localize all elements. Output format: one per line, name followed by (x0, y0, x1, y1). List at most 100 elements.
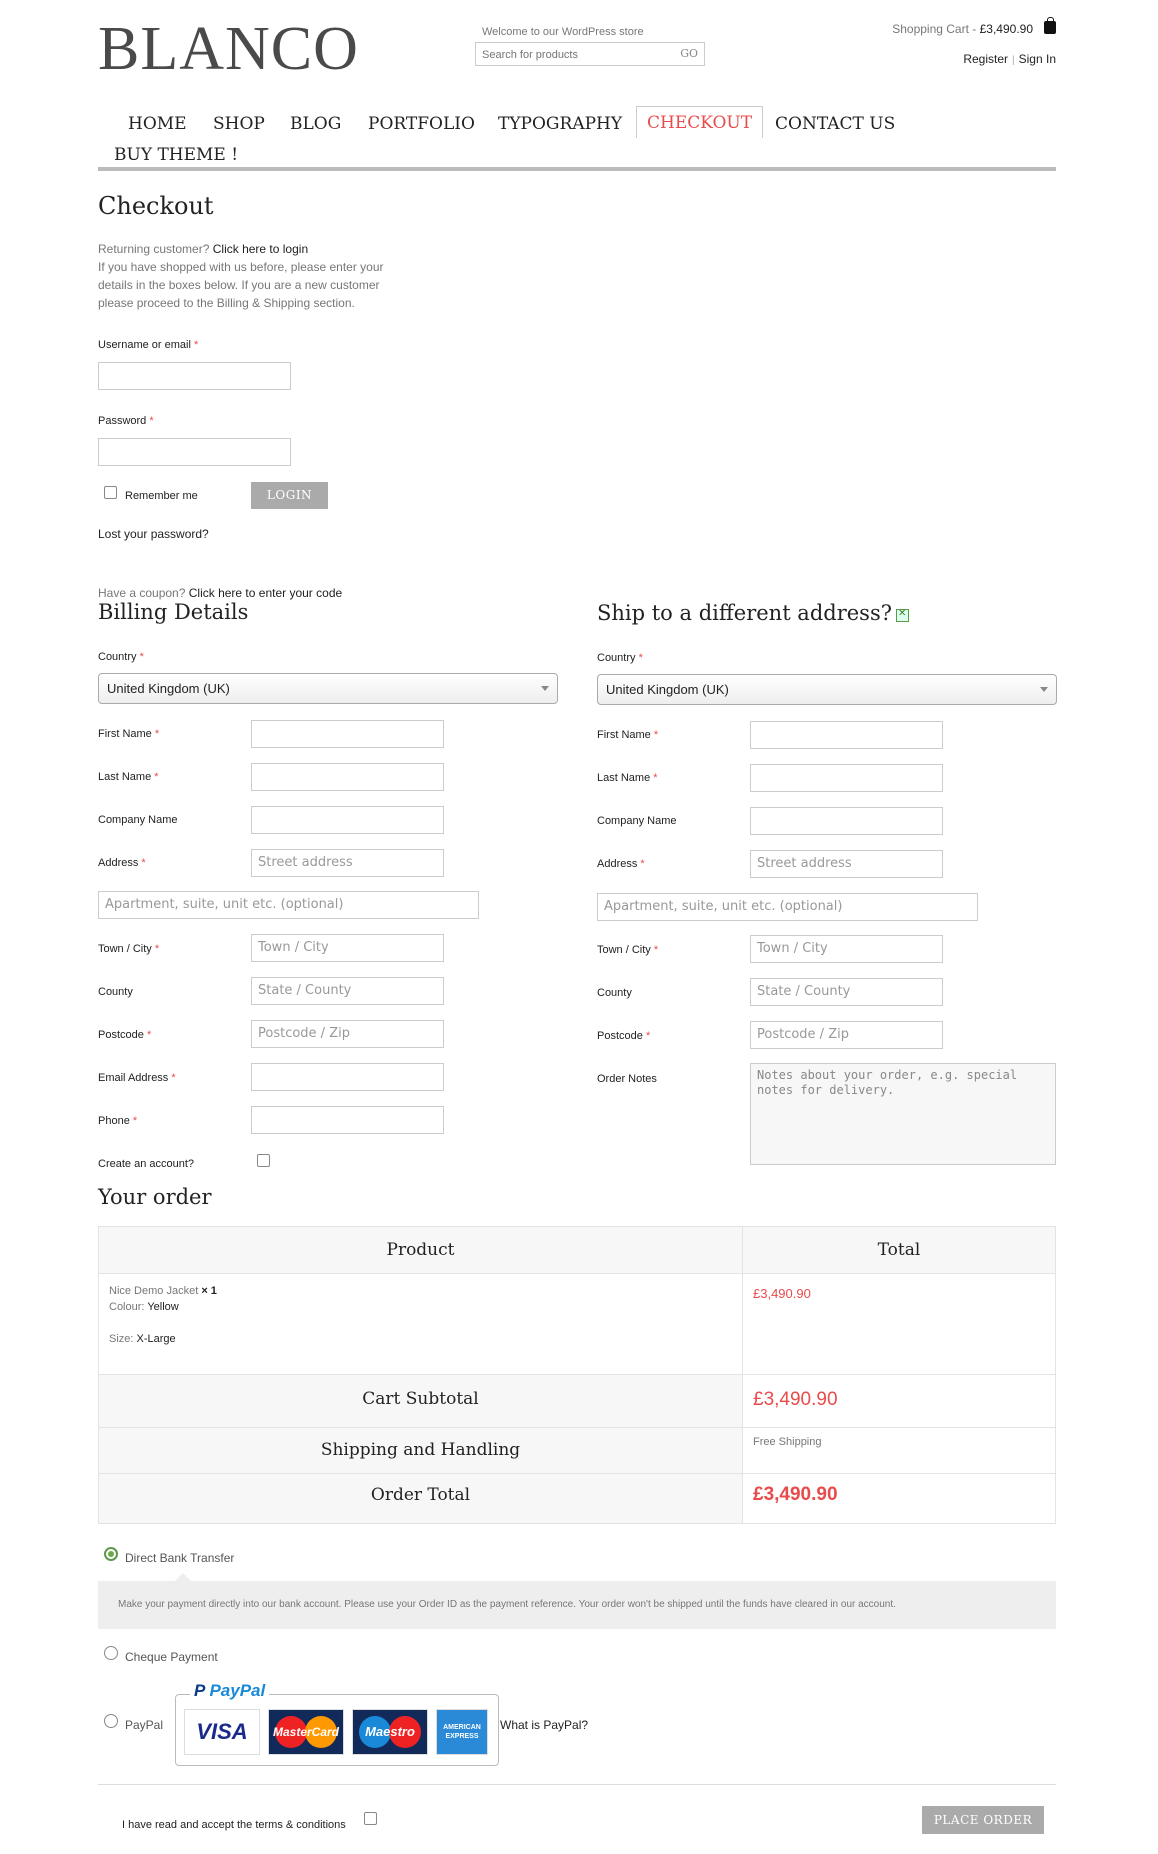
shipping-apartment-input[interactable]: Apartment, suite, unit etc. (optional) (597, 893, 978, 921)
billing-company-input[interactable] (251, 806, 444, 834)
shipping-address-label: Address * (597, 858, 645, 870)
shipping-company-input[interactable] (750, 807, 943, 835)
order-total-value: £3,490.90 (753, 1484, 838, 1505)
cheque-label[interactable]: Cheque Payment (125, 1650, 218, 1664)
paypal-radio[interactable] (104, 1714, 118, 1728)
search-go-button[interactable]: GO (680, 47, 698, 60)
terms-checkbox[interactable] (364, 1812, 377, 1825)
place-order-button[interactable]: PLACE ORDER (922, 1806, 1044, 1834)
page-title: Checkout (98, 192, 214, 220)
billing-title: Billing Details (98, 600, 249, 624)
nav-typography[interactable]: TYPOGRAPHY (488, 108, 632, 140)
description-pointer (175, 1573, 191, 1581)
billing-phone-input[interactable] (251, 1106, 444, 1134)
billing-town-input[interactable]: Town / City (251, 934, 444, 962)
billing-email-label: Email Address * (98, 1072, 176, 1084)
nav-shop[interactable]: SHOP (203, 108, 275, 140)
login-button[interactable]: LOGIN (251, 482, 328, 509)
shipping-last-name-label: Last Name * (597, 772, 658, 784)
divider (98, 1784, 1056, 1785)
sign-in-link[interactable]: Sign In (1019, 52, 1056, 66)
billing-last-name-input[interactable] (251, 763, 444, 791)
billing-street-input[interactable]: Street address (251, 849, 444, 877)
billing-email-input[interactable] (251, 1063, 444, 1091)
billing-first-name-label: First Name * (98, 728, 160, 740)
shipping-country-label: Country * (597, 652, 643, 664)
shopping-bag-icon[interactable] (1044, 17, 1056, 34)
shipping-postcode-label: Postcode * (597, 1030, 651, 1042)
billing-last-name-label: Last Name * (98, 771, 159, 783)
shipping-postcode-input[interactable]: Postcode / Zip (750, 1021, 943, 1049)
maestro-card-icon: Maestro (352, 1709, 428, 1755)
shipping-value: Free Shipping (753, 1436, 822, 1448)
ship-different-checkbox[interactable] (896, 608, 909, 622)
create-account-checkbox[interactable] (257, 1154, 270, 1167)
bank-transfer-label[interactable]: Direct Bank Transfer (125, 1551, 234, 1565)
billing-county-input[interactable]: State / County (251, 977, 444, 1005)
billing-apartment-input[interactable]: Apartment, suite, unit etc. (optional) (98, 891, 479, 919)
shipping-country-select[interactable]: United Kingdom (UK) (597, 674, 1057, 705)
nav-checkout[interactable]: CHECKOUT (636, 106, 764, 138)
paypal-label[interactable]: PayPal (125, 1718, 163, 1732)
billing-country-label: Country * (98, 651, 144, 663)
password-input[interactable] (98, 438, 291, 466)
billing-country-select[interactable]: United Kingdom (UK) (98, 673, 558, 704)
separator: | (1012, 55, 1015, 66)
paypal-acceptance-mark: P PayPal VISA MasterCard Maestro AMERICA… (175, 1681, 499, 1766)
login-intro: Returning customer? Click here to login … (98, 240, 408, 312)
item-name[interactable]: Nice Demo Jacket (109, 1285, 198, 1297)
remember-me-label: Remember me (125, 490, 198, 502)
login-toggle-link[interactable]: Click here to login (213, 242, 308, 256)
search-form: GO (475, 42, 705, 66)
order-table: Product Total Nice Demo Jacket × 1 Colou… (98, 1226, 1056, 1524)
amex-card-icon: AMERICAN EXPRESS (436, 1709, 488, 1755)
login-description: If you have shopped with us before, plea… (98, 260, 384, 310)
billing-postcode-input[interactable]: Postcode / Zip (251, 1020, 444, 1048)
shipping-country-value: United Kingdom (UK) (606, 682, 729, 697)
cart-label: Shopping Cart - (892, 22, 980, 36)
shipping-town-input[interactable]: Town / City (750, 935, 943, 963)
bank-transfer-radio[interactable] (104, 1547, 118, 1561)
nav-home[interactable]: HOME (118, 108, 197, 140)
shipping-company-label: Company Name (597, 815, 677, 827)
nav-portfolio[interactable]: PORTFOLIO (358, 108, 485, 140)
coupon-link[interactable]: Click here to enter your code (189, 586, 342, 600)
item-size: X-Large (136, 1333, 176, 1345)
shipping-last-name-input[interactable] (750, 764, 943, 792)
billing-company-label: Company Name (98, 814, 178, 826)
col-total-header: Total (877, 1240, 921, 1260)
shipping-county-input[interactable]: State / County (750, 978, 943, 1006)
visa-card-icon: VISA (184, 1709, 260, 1755)
shipping-first-name-input[interactable] (750, 721, 943, 749)
shipping-street-input[interactable]: Street address (750, 850, 943, 878)
bank-transfer-description: Make your payment directly into our bank… (98, 1581, 1056, 1629)
order-notes-label: Order Notes (597, 1073, 657, 1085)
remember-me-checkbox[interactable] (104, 486, 117, 499)
site-logo[interactable]: BLANCO (98, 14, 359, 85)
what-is-paypal-link[interactable]: What is PayPal? (500, 1718, 588, 1732)
billing-first-name-input[interactable] (251, 720, 444, 748)
order-total-label: Order Total (370, 1485, 471, 1505)
subtotal-label: Cart Subtotal (362, 1389, 479, 1409)
dropdown-arrow-icon (1040, 687, 1048, 692)
nav-contact[interactable]: CONTACT US (765, 108, 905, 140)
item-qty: × 1 (201, 1285, 217, 1297)
welcome-text: Welcome to our WordPress store (482, 26, 644, 38)
cheque-radio[interactable] (104, 1646, 118, 1660)
nav-blog[interactable]: BLOG (280, 108, 351, 140)
lost-password-link[interactable]: Lost your password? (98, 527, 209, 541)
col-product-header: Product (386, 1240, 455, 1260)
shipping-title: Ship to a different address? (597, 601, 892, 625)
billing-postcode-label: Postcode * (98, 1029, 152, 1041)
column-divider (742, 1227, 743, 1523)
account-links: Register | Sign In (963, 52, 1056, 66)
item-total: £3,490.90 (753, 1286, 811, 1301)
create-account-label: Create an account? (98, 1158, 195, 1170)
search-input[interactable] (480, 45, 664, 65)
order-notes-textarea[interactable]: Notes about your order, e.g. special not… (750, 1063, 1056, 1165)
username-input[interactable] (98, 362, 291, 390)
billing-address-label: Address * (98, 857, 146, 869)
register-link[interactable]: Register (963, 52, 1008, 66)
returning-text: Returning customer? (98, 242, 210, 256)
cart-summary[interactable]: Shopping Cart - £3,490.90 (892, 22, 1033, 36)
